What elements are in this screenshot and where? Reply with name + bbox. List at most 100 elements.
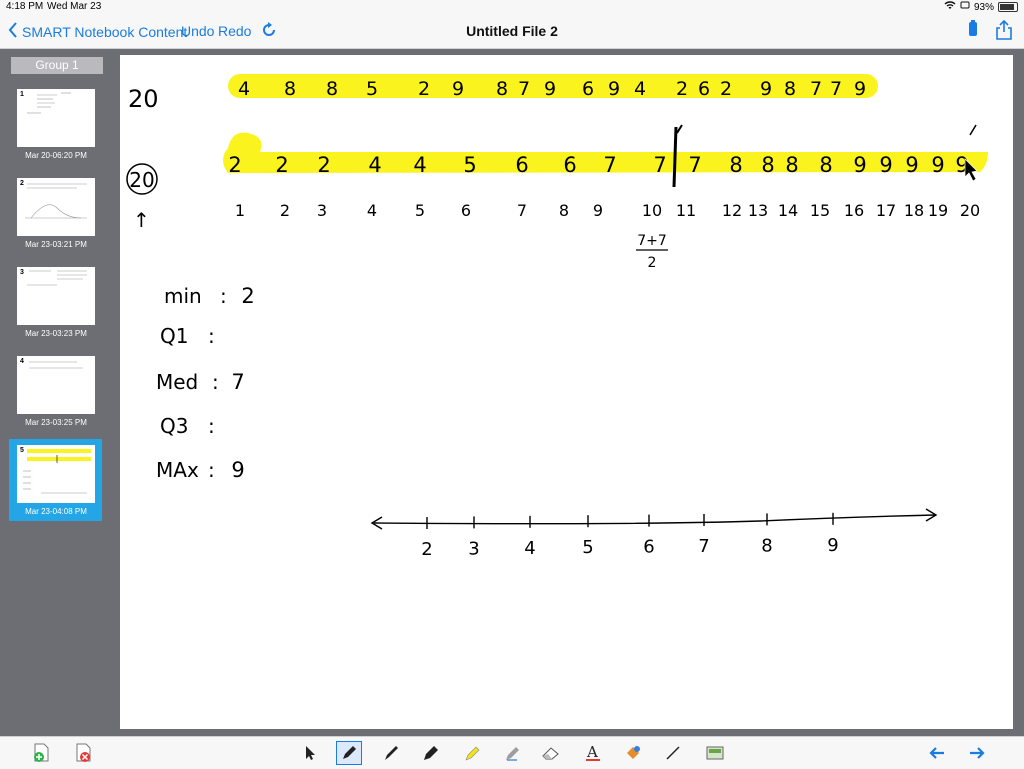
share-icon[interactable] (996, 19, 1012, 45)
undo-button[interactable]: Undo (181, 23, 214, 39)
pen-icon[interactable] (336, 741, 362, 765)
row2-index-label: 14 (778, 201, 798, 220)
row2-index-label: 9 (593, 201, 603, 220)
row2-value: 9 (905, 153, 918, 177)
row1-value: 8 (784, 78, 796, 100)
calligraphy-pen-icon[interactable] (378, 741, 404, 765)
row1-value: 6 (582, 78, 594, 100)
nav-right-actions (968, 19, 1012, 45)
page-date: Mar 23-03:23 PM (25, 329, 87, 338)
bottom-toolbar: A (0, 736, 1024, 769)
marker-icon[interactable] (418, 741, 444, 765)
select-arrow-icon[interactable] (297, 741, 323, 765)
row2-index-label: 12 (722, 201, 742, 220)
summary-colon: : (220, 284, 227, 308)
page-number: 1 (20, 91, 24, 98)
summary-label: MAx (156, 458, 199, 482)
number-line-tick-label: 8 (761, 535, 772, 556)
thumbnail-preview (27, 92, 71, 114)
summary-colon: : (208, 458, 215, 482)
status-date: Wed Mar 23 (47, 1, 102, 12)
check-mark (969, 124, 977, 136)
row2-value: 8 (819, 153, 832, 177)
page-date: Mar 20-06:20 PM (25, 151, 87, 160)
row1-value: 4 (634, 78, 646, 100)
redo-button[interactable]: Redo (218, 23, 251, 39)
nav-bar: SMART Notebook Content Undo Redo Untitle… (0, 14, 1024, 49)
back-button[interactable]: SMART Notebook Content (8, 22, 187, 41)
number-line-tick-label: 6 (643, 537, 654, 558)
row2-index-label: 20 (960, 201, 980, 220)
row1-value: 6 (698, 78, 710, 100)
number-line: 2 3 4 5 6 7 8 9 (370, 508, 938, 560)
back-label: SMART Notebook Content (22, 23, 188, 40)
thumbnail-preview (23, 449, 91, 494)
row2-value: 7 (653, 153, 666, 177)
prev-page-icon[interactable] (924, 741, 950, 765)
row1-value: 8 (496, 78, 508, 100)
sync-icon[interactable] (261, 22, 277, 43)
highlighter-icon[interactable] (459, 741, 485, 765)
number-line-tick-label: 9 (827, 535, 838, 556)
shapes-icon[interactable] (702, 741, 728, 765)
page-number: 3 (20, 269, 24, 276)
row1-count: 20 (128, 85, 159, 113)
next-page-icon[interactable] (964, 741, 990, 765)
add-page-icon[interactable] (29, 741, 55, 765)
delete-page-icon[interactable] (71, 741, 97, 765)
summary-colon: : (208, 324, 215, 348)
row2-value: 2 (317, 153, 330, 177)
eraser-icon[interactable] (538, 741, 564, 765)
row2-value: 4 (368, 153, 381, 177)
row2-value: 9 (879, 153, 892, 177)
summary-label: Med (156, 370, 198, 394)
row2-index-label: 13 (748, 201, 768, 220)
summary-label: Q3 (160, 414, 188, 438)
number-line-tick-label: 2 (421, 539, 432, 560)
summary-value: 2 (241, 284, 254, 308)
summary-colon: : (212, 370, 219, 394)
text-icon[interactable]: A (580, 741, 606, 765)
median-divider (672, 126, 678, 188)
row2-value: 2 (228, 153, 241, 177)
row1-value: 2 (418, 78, 430, 100)
whiteboard-canvas[interactable]: 20 48852987969426298779 20 ↑ 22244566777… (120, 55, 1013, 729)
page-thumbnail-3[interactable]: 3 (17, 267, 95, 325)
summary-value: 9 (231, 458, 244, 482)
up-arrow-mark: ↑ (133, 208, 150, 232)
status-time: 4:18 PM (6, 1, 44, 12)
row1-values: 48852987969426298779 (238, 78, 866, 100)
row1-value: 7 (810, 78, 822, 100)
device-icon[interactable] (968, 20, 978, 45)
number-line-tick-label: 3 (468, 538, 479, 559)
row2-value: 7 (688, 153, 701, 177)
page-date: Mar 23-03:25 PM (25, 418, 87, 427)
group-label[interactable]: Group 1 (11, 57, 103, 74)
status-right: 93% (944, 1, 1018, 13)
wifi-icon (944, 1, 956, 13)
orientation-lock-icon (960, 1, 970, 13)
page-date: Mar 23-03:21 PM (25, 240, 87, 249)
row1-value: 9 (854, 78, 866, 100)
row2-index-label: 2 (280, 201, 290, 220)
creative-pen-icon[interactable] (499, 741, 525, 765)
row2-index-label: 10 (642, 201, 662, 220)
line-icon[interactable] (660, 741, 686, 765)
row1-value: 5 (366, 78, 378, 100)
page-thumbnail-1[interactable]: 1 (17, 89, 95, 147)
row2-count: 20 (129, 168, 154, 192)
page-thumbnail-4[interactable]: 4 (17, 356, 95, 414)
five-number-summary: min:2Q1:Med:7Q3:MAx:9 (156, 284, 255, 482)
page-thumbnail-2[interactable]: 2 (17, 178, 95, 236)
row2-index-label: 3 (317, 201, 327, 220)
fill-icon[interactable] (620, 741, 646, 765)
row2-index-labels: 1 2 3 4 5 6 7 8 9 10 11 12 13 14 15 16 17 18 19 20 (235, 201, 980, 220)
row2-index-label: 18 (904, 201, 924, 220)
page-thumbnail-5[interactable]: 5 (17, 445, 95, 503)
median-divider-tick (676, 124, 683, 134)
row2-index-label: 5 (415, 201, 425, 220)
summary-label: min (164, 284, 202, 308)
row1-value: 9 (760, 78, 772, 100)
row2-value: 2 (275, 153, 288, 177)
row1-value: 9 (452, 78, 464, 100)
